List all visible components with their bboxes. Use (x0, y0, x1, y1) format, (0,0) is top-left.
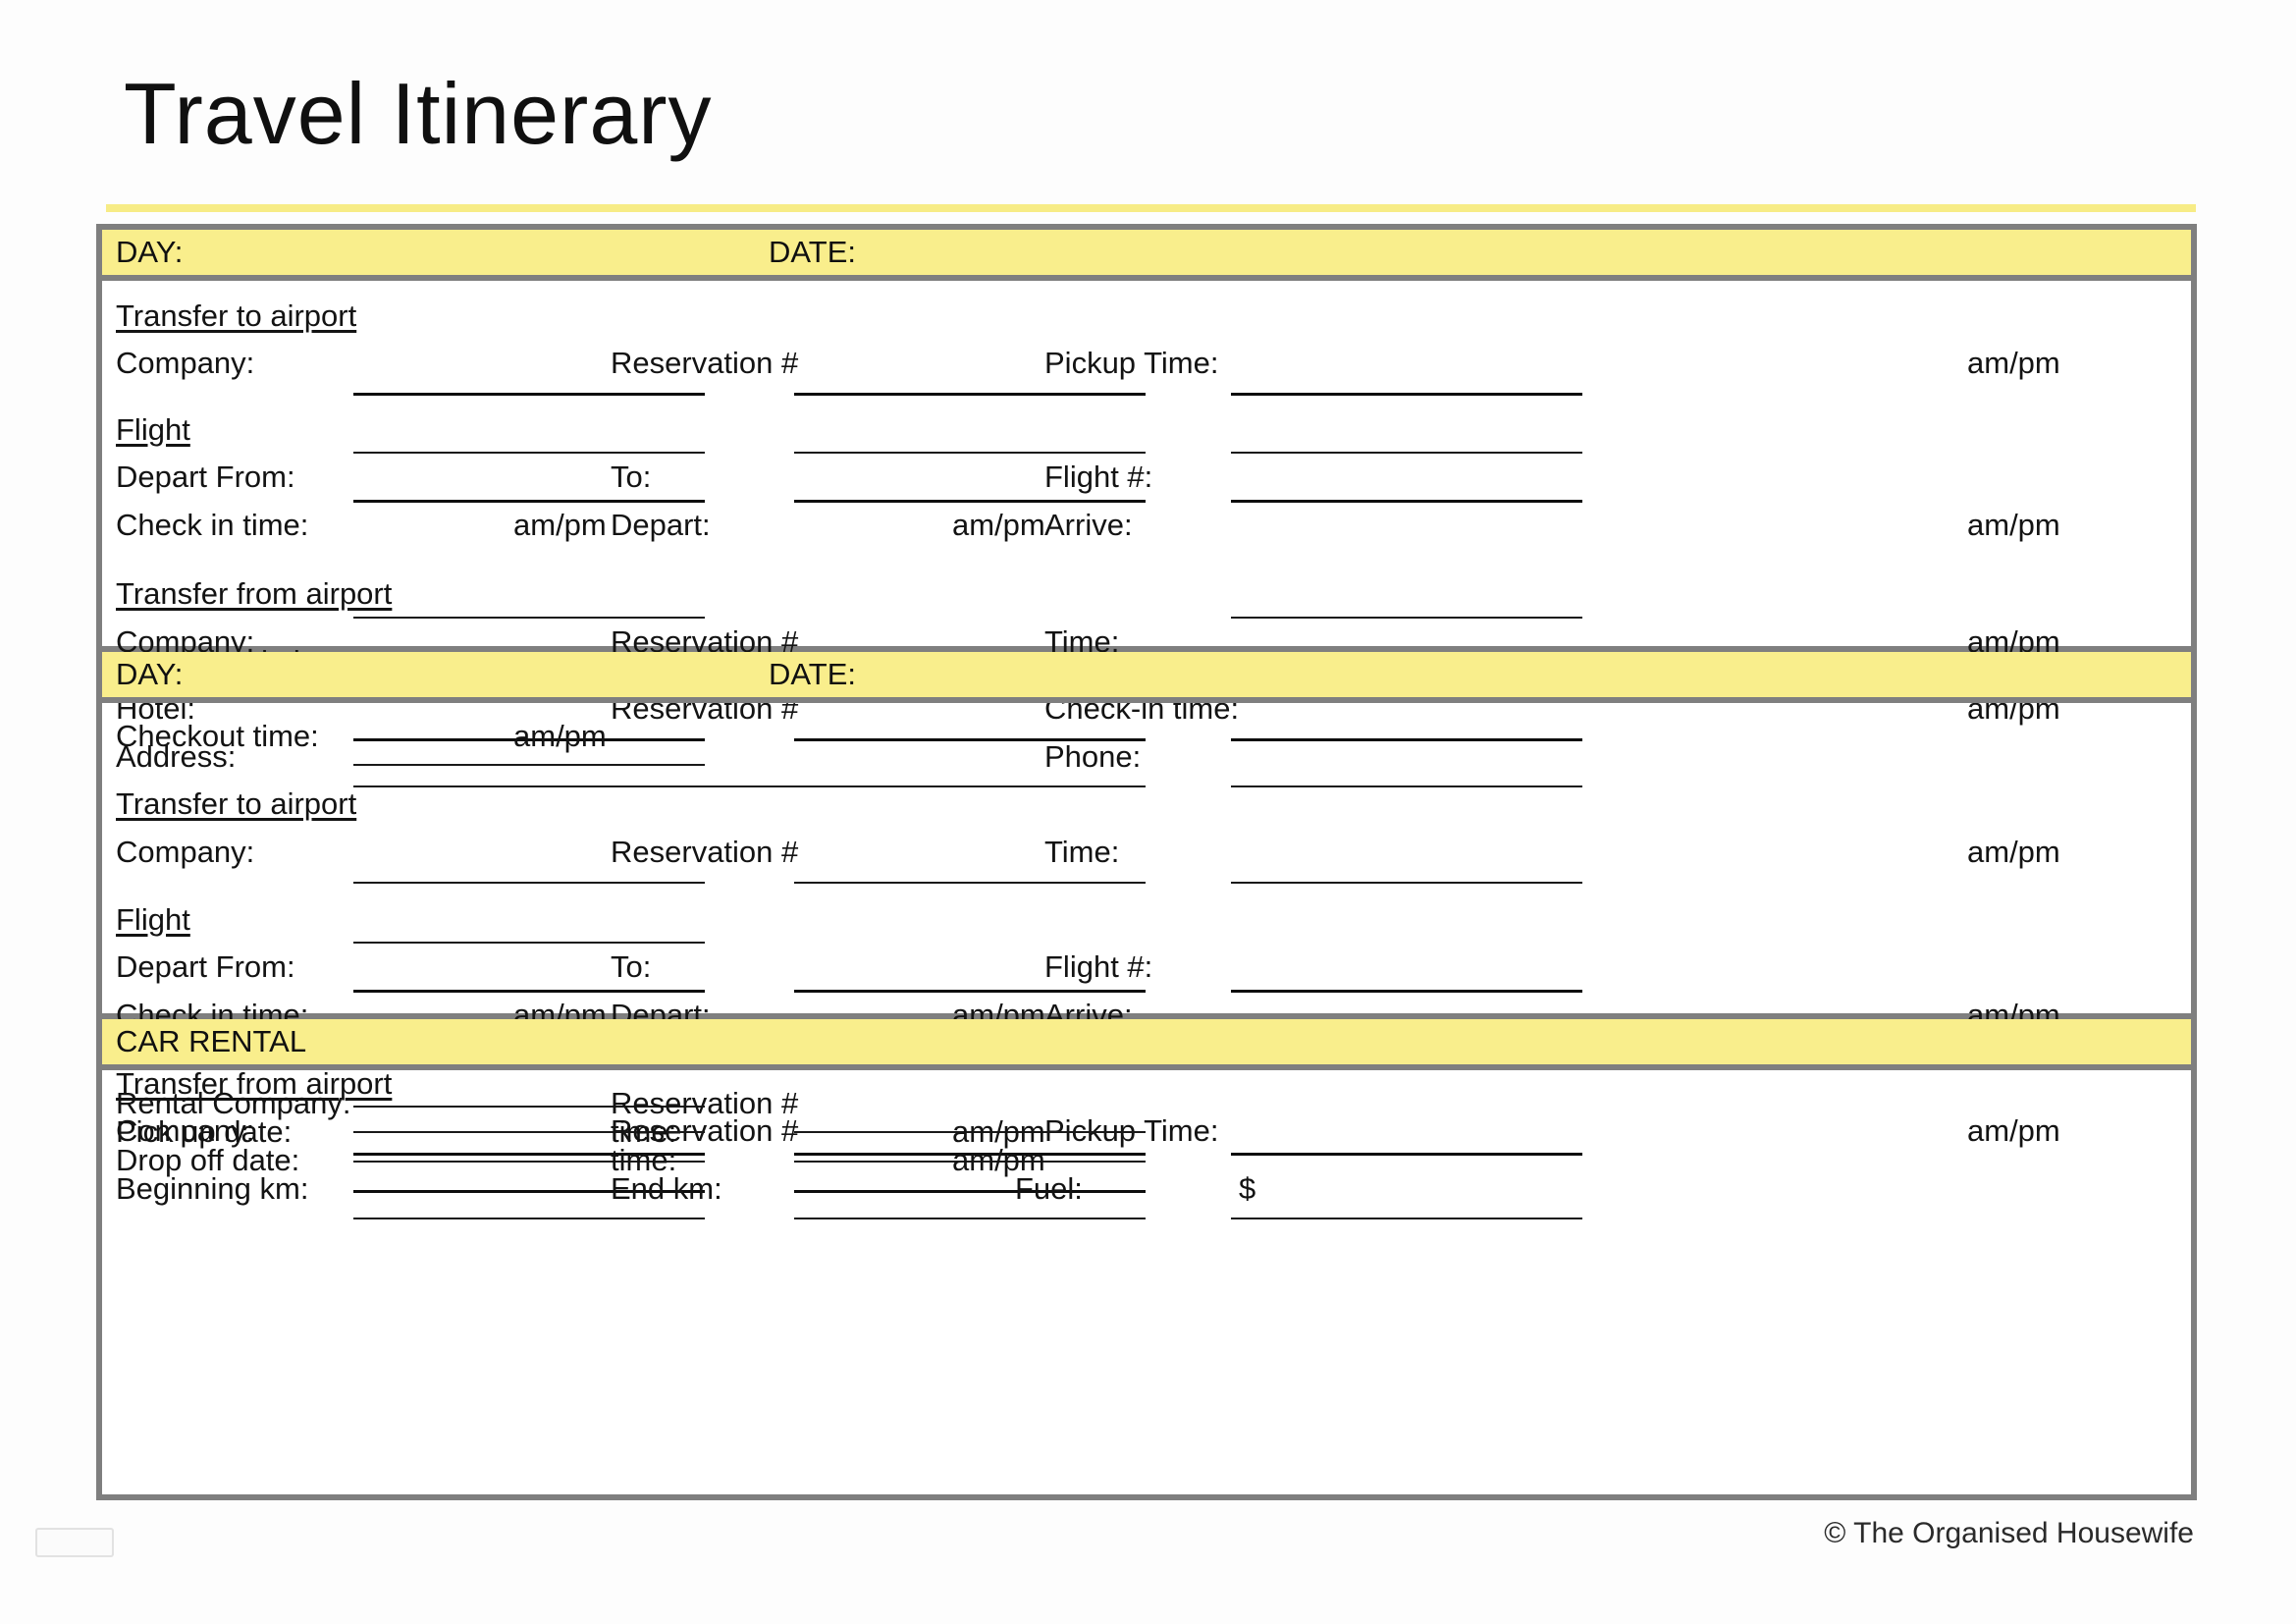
pickup-time-input-line-1[interactable] (1231, 393, 1582, 396)
travel-itinerary-page: Travel Itinerary DAY: DATE: Transfer to … (0, 0, 2296, 1624)
checkout-time-input-line[interactable] (353, 764, 705, 766)
pickup-time-label-1: Pickup Time: (1044, 346, 1219, 380)
fuel-input-line[interactable] (1231, 1218, 1582, 1219)
copyright-footer: © The Organised Housewife (1824, 1517, 2194, 1549)
end-km-input-line[interactable] (794, 1218, 1146, 1219)
page-edge-artifact (35, 1528, 114, 1557)
depart-from-label-2: Depart From: (116, 949, 295, 984)
reservation-label-1: Reservation # (611, 346, 799, 380)
transfer-time-label-2: Time: (1044, 835, 1120, 869)
transfer-to-airport-heading-1: Transfer to airport (116, 298, 357, 333)
itinerary-form-frame: DAY: DATE: Transfer to airport Company: … (96, 224, 2197, 1500)
depart-ampm-1: am/pm (952, 508, 1045, 542)
reservation-input-line-1[interactable] (794, 393, 1146, 396)
day-one-day-label: DAY: (116, 235, 184, 269)
to-label-1: To: (611, 460, 652, 494)
company-input-line-2[interactable] (353, 617, 705, 619)
transfer-time-input-line-2[interactable] (1231, 882, 1582, 884)
check-in-time-input-line-2[interactable] (353, 990, 705, 993)
fuel-currency-symbol: $ (1239, 1171, 1256, 1206)
flight-number-input-line-1[interactable] (1231, 452, 1582, 454)
day-two-date-label: DATE: (769, 657, 856, 691)
check-in-time-input-line-1[interactable] (353, 500, 705, 503)
car-rental-band: CAR RENTAL (102, 1019, 2191, 1070)
depart-input-line-1[interactable] (794, 500, 1146, 503)
depart-from-input-line-1[interactable] (353, 452, 705, 454)
depart-label-1: Depart: (611, 508, 711, 542)
reservation-label-4: Reservation # (611, 835, 799, 869)
drop-off-time-input-line[interactable] (794, 1190, 1146, 1193)
transfer-to-airport-heading-2: Transfer to airport (116, 786, 357, 821)
day-one-date-label: DATE: (769, 235, 856, 269)
company-input-line-3[interactable] (353, 882, 705, 884)
flight-heading-1: Flight (116, 412, 190, 447)
company-label-1: Company: (116, 346, 255, 380)
pickup-time-ampm-1: am/pm (1967, 346, 2060, 380)
check-in-time-ampm-1: am/pm (513, 508, 607, 542)
day-two-band: DAY: DATE: (102, 652, 2191, 703)
flight-heading-2: Flight (116, 902, 190, 937)
day-two-section: Checkout time: am/pm Transfer to airport… (102, 703, 2191, 1156)
company-input-line-1[interactable] (353, 393, 705, 396)
checkout-time-label: Checkout time: (116, 719, 319, 753)
depart-from-label-1: Depart From: (116, 460, 295, 494)
beginning-km-input-line[interactable] (353, 1218, 705, 1219)
to-input-line-1[interactable] (794, 452, 1146, 454)
flight-number-label-1: Flight #: (1044, 460, 1153, 494)
transfer-from-airport-heading-1: Transfer from airport (116, 576, 393, 611)
to-label-2: To: (611, 949, 652, 984)
arrive-input-line-1[interactable] (1231, 500, 1582, 503)
reservation-input-line-4[interactable] (794, 882, 1146, 884)
car-rental-section: Rental Company: Reservation # Pick up da… (102, 1070, 2191, 1221)
end-km-label: End km: (611, 1171, 722, 1206)
check-in-time-label-1: Check in time: (116, 508, 309, 542)
company-label-3: Company: (116, 835, 255, 869)
depart-from-input-line-2[interactable] (353, 942, 705, 944)
page-title: Travel Itinerary (124, 65, 713, 162)
transfer-time-input-line-1[interactable] (1231, 617, 1582, 619)
fuel-label: Fuel: (1015, 1171, 1083, 1206)
depart-input-line-2[interactable] (794, 990, 1146, 993)
title-underline-rule (106, 204, 2196, 212)
car-rental-title: CAR RENTAL (116, 1024, 307, 1058)
arrive-ampm-1: am/pm (1967, 508, 2060, 542)
arrive-label-1: Arrive: (1044, 508, 1133, 542)
day-one-section: Transfer to airport Company: Reservation… (102, 281, 2191, 787)
arrive-input-line-2[interactable] (1231, 990, 1582, 993)
flight-number-label-2: Flight #: (1044, 949, 1153, 984)
day-two-day-label: DAY: (116, 657, 184, 691)
transfer-time-ampm-2: am/pm (1967, 835, 2060, 869)
day-one-band: DAY: DATE: (102, 230, 2191, 281)
checkout-time-ampm: am/pm (513, 719, 607, 753)
beginning-km-label: Beginning km: (116, 1171, 309, 1206)
